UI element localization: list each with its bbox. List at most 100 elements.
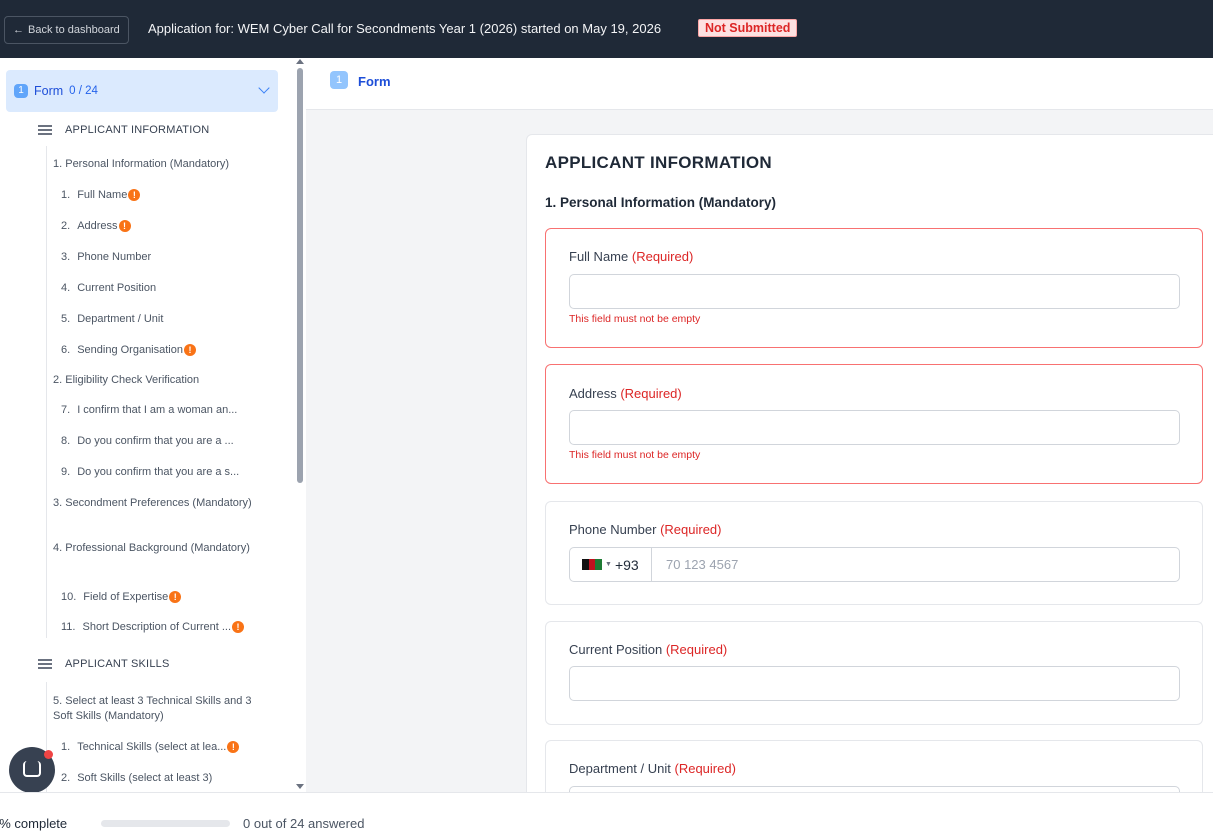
required-marker: (Required)	[620, 386, 682, 401]
warning-icon: !	[118, 220, 131, 232]
back-to-dashboard-button[interactable]: ← Back to dashboard	[4, 16, 129, 44]
item-number: 5.	[61, 313, 71, 325]
field-label: Address (Required)	[569, 386, 682, 401]
bottom-progress-bar: 0% complete 0 out of 24 answered	[0, 792, 1213, 832]
item-number: 7.	[61, 404, 71, 416]
sidebar-item-technical-skills[interactable]: 1. Technical Skills (select at lea... !	[53, 741, 240, 753]
field-full-name: Full Name (Required) This field must not…	[545, 228, 1203, 348]
list-icon	[38, 124, 52, 136]
sidebar-group-select-skills[interactable]: 5. Select at least 3 Technical Skills an…	[53, 694, 263, 724]
scroll-down-arrow-icon[interactable]	[296, 784, 304, 789]
list-item-label: Sending Organisation	[77, 344, 183, 356]
item-number: 1.	[61, 189, 71, 201]
subsection-title: 1. Personal Information (Mandatory)	[545, 195, 777, 210]
required-marker: (Required)	[631, 249, 694, 264]
form-label: Form	[34, 84, 64, 98]
list-item-label: Soft Skills (select at least 3)	[77, 772, 213, 784]
sidebar-group-eligibility-check[interactable]: 2. Eligibility Check Verification	[53, 374, 199, 386]
field-address: Address (Required) This field must not b…	[545, 364, 1203, 484]
sidebar-item-confirm-a[interactable]: 8. Do you confirm that you are a ...	[53, 435, 234, 447]
scroll-up-arrow-icon[interactable]	[296, 59, 304, 64]
list-item-label: Do you confirm that you are a s...	[77, 466, 240, 478]
sidebar-item-address[interactable]: 2. Address !	[53, 220, 131, 232]
list-item-label: Department / Unit	[77, 313, 164, 325]
field-label-text: Phone Number	[569, 522, 657, 537]
chevron-down-icon[interactable]	[258, 82, 270, 94]
full-name-input[interactable]	[569, 274, 1180, 309]
list-item-label: 5. Select at least 3 Technical Skills an…	[53, 695, 252, 722]
section-label: APPLICANT SKILLS	[65, 658, 170, 670]
sidebar-scroll-thumb[interactable]	[297, 68, 303, 483]
section-applicant-information[interactable]: APPLICANT INFORMATION	[38, 124, 209, 136]
application-title: Application for: WEM Cyber Call for Seco…	[148, 21, 662, 36]
field-label-text: Full Name	[569, 249, 629, 264]
sidebar-item-short-description[interactable]: 11. Short Description of Current ... !	[53, 621, 245, 633]
list-item-label: Current Position	[77, 282, 157, 294]
sidebar-group-personal-information[interactable]: 1. Personal Information (Mandatory)	[53, 158, 229, 170]
dial-code: +93	[614, 556, 639, 573]
required-marker: (Required)	[665, 642, 728, 657]
section-applicant-skills[interactable]: APPLICANT SKILLS	[38, 658, 170, 670]
address-input[interactable]	[569, 410, 1180, 445]
sidebar-item-field-of-expertise[interactable]: 10. Field of Expertise !	[53, 591, 182, 603]
main-form-title: Form	[358, 74, 391, 89]
field-label-text: Department / Unit	[569, 761, 671, 776]
caret-down-icon: ▼	[605, 561, 612, 568]
warning-icon: !	[128, 189, 141, 201]
phone-number-input[interactable]: ▼ +93 70 123 4567	[569, 547, 1180, 582]
field-phone-number: Phone Number (Required) ▼ +93 70 123 456…	[545, 501, 1203, 605]
item-number: 2.	[61, 220, 71, 232]
item-number: 3.	[61, 251, 71, 263]
sidebar-item-confirm-woman[interactable]: 7. I confirm that I am a woman an...	[53, 404, 237, 416]
nav-connector-line	[46, 146, 47, 638]
item-number: 6.	[61, 344, 71, 356]
field-label: Current Position (Required)	[569, 642, 727, 657]
percent-complete: 0% complete	[0, 816, 68, 831]
current-position-input[interactable]	[569, 666, 1180, 701]
error-message: This field must not be empty	[569, 449, 701, 461]
afghanistan-flag-icon	[582, 559, 602, 570]
list-item-label: Field of Expertise	[83, 591, 169, 603]
sidebar-item-soft-skills[interactable]: 2. Soft Skills (select at least 3)	[53, 772, 212, 784]
sidebar-item-current-position[interactable]: 4. Current Position	[53, 282, 156, 294]
item-number: 9.	[61, 466, 71, 478]
main-content: 1 Form APPLICANT INFORMATION 1. Personal…	[306, 58, 1213, 792]
sidebar-item-sending-organisation[interactable]: 6. Sending Organisation !	[53, 344, 196, 356]
section-title: APPLICANT INFORMATION	[545, 153, 772, 172]
form-number-badge: 1	[14, 84, 28, 98]
phone-placeholder: 70 123 4567	[666, 557, 739, 572]
status-badge: Not Submitted	[698, 19, 798, 37]
country-code-selector[interactable]: ▼ +93	[570, 548, 652, 581]
list-item-label: I confirm that I am a woman an...	[77, 404, 238, 416]
warning-icon: !	[232, 621, 245, 633]
sidebar-group-secondment-preferences[interactable]: 3. Secondment Preferences (Mandatory)	[53, 496, 263, 511]
list-item-label: 3. Secondment Preferences (Mandatory)	[53, 497, 252, 509]
form-progress-count: 0 / 24	[69, 85, 98, 97]
form-card: APPLICANT INFORMATION 1. Personal Inform…	[526, 134, 1213, 792]
chat-icon	[23, 761, 41, 777]
sidebar-item-confirm-s[interactable]: 9. Do you confirm that you are a s...	[53, 466, 239, 478]
warning-icon: !	[169, 591, 182, 603]
required-marker: (Required)	[674, 761, 736, 776]
sidebar-item-full-name[interactable]: 1. Full Name !	[53, 189, 141, 201]
sidebar-item-phone-number[interactable]: 3. Phone Number	[53, 251, 151, 263]
sidebar-form-header[interactable]: 1 Form 0 / 24	[6, 70, 278, 112]
field-label-text: Current Position	[569, 642, 663, 657]
arrow-left-icon: ←	[13, 24, 24, 36]
sidebar-group-professional-background[interactable]: 4. Professional Background (Mandatory)	[53, 541, 263, 556]
answered-count: 0 out of 24 answered	[243, 816, 365, 831]
top-bar: ← Back to dashboard Application for: WEM…	[0, 0, 1213, 58]
warning-icon: !	[183, 344, 196, 356]
item-number: 1.	[61, 741, 71, 753]
progress-track	[101, 820, 230, 827]
list-item-label: Do you confirm that you are a ...	[77, 435, 234, 447]
list-item-label: Address	[77, 220, 118, 232]
list-item-label: 4. Professional Background (Mandatory)	[53, 542, 250, 554]
item-number: 4.	[61, 282, 71, 294]
list-item-label: Phone Number	[77, 251, 152, 263]
section-label: APPLICANT INFORMATION	[65, 124, 210, 136]
field-label: Full Name (Required)	[569, 249, 693, 264]
field-current-position: Current Position (Required)	[545, 621, 1203, 725]
sidebar-item-department-unit[interactable]: 5. Department / Unit	[53, 313, 163, 325]
list-item-label: Technical Skills (select at lea...	[77, 741, 227, 753]
